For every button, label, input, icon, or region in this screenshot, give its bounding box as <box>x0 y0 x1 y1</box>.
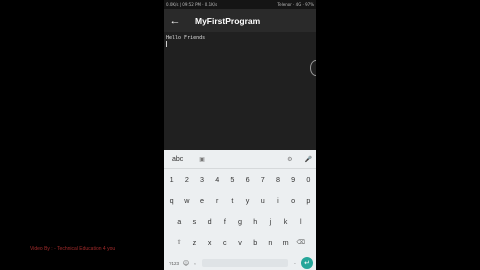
status-left: 0.0K/s | 09:52 PM · 0.1K/s <box>166 2 218 7</box>
key-n[interactable]: n <box>263 238 278 247</box>
key-0[interactable]: 0 <box>301 175 316 184</box>
key-d[interactable]: d <box>202 217 217 226</box>
edge-swipe-handle[interactable] <box>310 60 316 76</box>
key-p[interactable]: p <box>301 196 316 205</box>
key-1[interactable]: 1 <box>164 175 179 184</box>
key-8[interactable]: 8 <box>270 175 285 184</box>
key-6[interactable]: 6 <box>240 175 255 184</box>
shift-icon[interactable]: ⇧ <box>172 239 187 246</box>
key-b[interactable]: b <box>248 238 263 247</box>
key-a[interactable]: a <box>172 217 187 226</box>
keyboard-toolbar: abc ▣ ⚙ 🎤 <box>164 150 316 169</box>
keyboard-row-top: q w e r t y u i o p <box>164 190 316 211</box>
key-comma[interactable]: , <box>191 260 199 266</box>
key-q[interactable]: q <box>164 196 179 205</box>
key-2[interactable]: 2 <box>179 175 194 184</box>
key-l[interactable]: l <box>293 217 308 226</box>
back-button[interactable]: ← <box>164 9 186 32</box>
key-j[interactable]: j <box>263 217 278 226</box>
key-e[interactable]: e <box>194 196 209 205</box>
key-z[interactable]: z <box>187 238 202 247</box>
keyboard-settings-icon[interactable]: ⚙ <box>287 156 292 163</box>
gif-icon[interactable]: ▣ <box>199 156 205 163</box>
backspace-icon[interactable]: ⌫ <box>293 239 308 246</box>
keyboard-row-middle: a s d f g h j k l <box>164 211 316 232</box>
key-r[interactable]: r <box>210 196 225 205</box>
key-y[interactable]: y <box>240 196 255 205</box>
key-i[interactable]: i <box>270 196 285 205</box>
editor-text[interactable]: Hello Friends <box>166 35 205 41</box>
text-cursor <box>166 41 167 47</box>
key-t[interactable]: t <box>225 196 240 205</box>
key-3[interactable]: 3 <box>194 175 209 184</box>
key-o[interactable]: o <box>286 196 301 205</box>
key-h[interactable]: h <box>248 217 263 226</box>
key-k[interactable]: k <box>278 217 293 226</box>
key-w[interactable]: w <box>179 196 194 205</box>
key-f[interactable]: f <box>217 217 232 226</box>
space-bar[interactable] <box>202 259 288 267</box>
key-g[interactable]: g <box>232 217 247 226</box>
keyboard-row-numbers: 1 2 3 4 5 6 7 8 9 0 <box>164 169 316 190</box>
symbols-mode-key[interactable]: ?123 <box>167 261 181 266</box>
key-m[interactable]: m <box>278 238 293 247</box>
keyboard-row-bottom-letters: ⇧ z x c v b n m ⌫ <box>164 232 316 253</box>
key-c[interactable]: c <box>217 238 232 247</box>
enter-icon[interactable]: ↵ <box>301 257 313 269</box>
phone-screen: 0.0K/s | 09:52 PM · 0.1K/s Telenor · 4G … <box>164 0 316 270</box>
key-v[interactable]: v <box>232 238 247 247</box>
soft-keyboard: abc ▣ ⚙ 🎤 1 2 3 4 5 6 7 8 9 0 q w e r t … <box>164 150 316 270</box>
emoji-icon[interactable]: ☺ <box>181 260 191 267</box>
key-s[interactable]: s <box>187 217 202 226</box>
app-title: MyFirstProgram <box>195 15 261 26</box>
mic-icon[interactable]: 🎤 <box>305 156 312 163</box>
key-7[interactable]: 7 <box>255 175 270 184</box>
key-period[interactable]: . <box>291 260 299 266</box>
video-watermark: Video By : - Technical Education 4 you <box>30 246 116 252</box>
key-u[interactable]: u <box>255 196 270 205</box>
key-9[interactable]: 9 <box>286 175 301 184</box>
status-right: Telenor · 4G · 97% <box>277 2 314 7</box>
editor-area[interactable]: Hello Friends <box>164 32 316 150</box>
status-bar: 0.0K/s | 09:52 PM · 0.1K/s Telenor · 4G … <box>164 0 316 9</box>
key-4[interactable]: 4 <box>210 175 225 184</box>
app-bar: ← MyFirstProgram <box>164 9 316 32</box>
keyboard-mode-label[interactable]: abc <box>172 156 183 163</box>
arrow-back-icon: ← <box>169 14 181 27</box>
keyboard-row-space: ?123 ☺ , . ↵ <box>164 253 316 270</box>
key-x[interactable]: x <box>202 238 217 247</box>
key-5[interactable]: 5 <box>225 175 240 184</box>
